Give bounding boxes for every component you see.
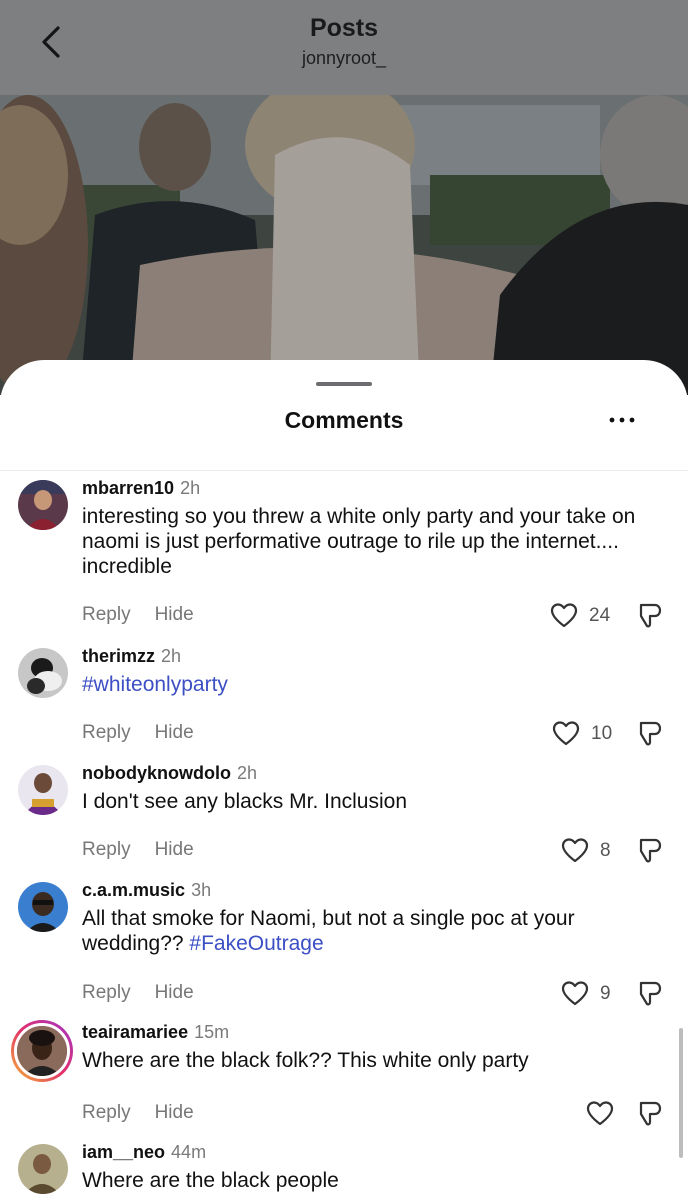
thumbs-down-icon[interactable] — [637, 979, 663, 1007]
avatar[interactable] — [18, 882, 68, 932]
like-count: 8 — [600, 840, 611, 861]
comment-meta: iam__neo 44m — [82, 1142, 206, 1163]
comment-text: Where are the black folk?? This white on… — [82, 1049, 529, 1072]
comment-username[interactable]: teairamariee — [82, 1022, 188, 1042]
thumbs-down-icon[interactable] — [637, 836, 663, 864]
comment-username[interactable]: c.a.m.music — [82, 880, 185, 900]
page-title: Posts — [309, 14, 379, 42]
comment-meta: c.a.m.music 3h — [82, 880, 211, 901]
like-count: 10 — [591, 723, 613, 744]
hashtag-link[interactable]: #whiteonlyparty — [82, 673, 228, 696]
comment-time: 15m — [194, 1022, 230, 1042]
avatar-image — [18, 648, 68, 698]
avatar — [14, 1023, 70, 1079]
post-header: Posts jonnyroot_ — [0, 0, 688, 95]
comment-text: All that smoke for Naomi, but not a sing… — [82, 906, 662, 956]
reply-button[interactable]: Reply — [82, 604, 131, 625]
comment-time: 2h — [161, 646, 182, 666]
avatar-image — [18, 882, 68, 932]
comment-meta: mbarren10 2h — [82, 478, 200, 499]
heart-outline-icon[interactable] — [550, 602, 578, 628]
like-count: 9 — [600, 983, 611, 1004]
avatar[interactable] — [18, 648, 68, 698]
comment-meta: nobodyknowdolo 2h — [82, 763, 257, 784]
thumbs-down-icon[interactable] — [637, 719, 663, 747]
comments-sheet: Comments mbarren10 2h interesting so you … — [0, 360, 688, 1200]
comment-actions: Reply Hide — [82, 1102, 218, 1124]
comment-text: Where are the black people — [82, 1169, 339, 1192]
heart-outline-icon[interactable] — [586, 1100, 614, 1126]
comment-time: 44m — [171, 1142, 207, 1162]
comment-actions: Reply Hide — [82, 982, 218, 1004]
hide-button[interactable]: Hide — [155, 839, 194, 860]
reply-button[interactable]: Reply — [82, 982, 131, 1003]
sheet-drag-handle[interactable] — [316, 382, 372, 386]
comment-time: 2h — [180, 478, 201, 498]
avatar[interactable] — [18, 1144, 68, 1194]
comments-title: Comments — [284, 407, 404, 433]
avatar-image — [18, 765, 68, 815]
avatar[interactable] — [18, 480, 68, 530]
more-options-icon[interactable] — [604, 410, 640, 430]
comment-username[interactable]: nobodyknowdolo — [82, 763, 231, 783]
heart-outline-icon[interactable] — [561, 980, 589, 1006]
page-subtitle-username[interactable]: jonnyroot_ — [0, 48, 688, 69]
avatar-image — [17, 1026, 67, 1076]
comment-meta: teairamariee 15m — [82, 1022, 229, 1043]
hide-button[interactable]: Hide — [155, 1102, 194, 1123]
avatar-image — [18, 480, 68, 530]
thumbs-down-icon[interactable] — [637, 601, 663, 629]
avatar-image — [18, 1144, 68, 1194]
avatar-story-ring[interactable] — [11, 1020, 73, 1082]
comment-text-body: All that smoke for Naomi, but not a sing… — [82, 907, 575, 955]
post-photo — [0, 95, 688, 395]
comment-time: 2h — [236, 763, 258, 783]
comment-text: #whiteonlyparty — [82, 672, 662, 697]
comment-text: I don't see any blacks Mr. Inclusion — [82, 790, 408, 813]
hide-button[interactable]: Hide — [155, 604, 194, 625]
comment-actions: Reply Hide — [82, 604, 218, 626]
comment-actions: Reply Hide — [82, 839, 218, 861]
thumbs-down-icon[interactable] — [637, 1099, 663, 1127]
comment-username[interactable]: mbarren10 — [82, 478, 174, 498]
heart-outline-icon[interactable] — [552, 720, 580, 746]
comment-meta: therimzz 2h — [82, 646, 181, 667]
avatar[interactable] — [18, 765, 68, 815]
reply-button[interactable]: Reply — [82, 722, 131, 743]
comment-username[interactable]: iam__neo — [82, 1142, 165, 1162]
reply-button[interactable]: Reply — [82, 1102, 131, 1123]
hashtag-link[interactable]: #FakeOutrage — [189, 932, 323, 955]
hide-button[interactable]: Hide — [155, 982, 194, 1003]
reply-button[interactable]: Reply — [82, 839, 131, 860]
hide-button[interactable]: Hide — [155, 722, 194, 743]
comment-actions: Reply Hide — [82, 722, 218, 744]
comment-username[interactable]: therimzz — [82, 646, 155, 666]
like-count: 24 — [589, 605, 611, 626]
sheet-divider — [0, 470, 688, 471]
comment-time: 3h — [191, 880, 212, 900]
comment-text: interesting so you threw a white only pa… — [82, 505, 636, 578]
scrollbar[interactable] — [679, 1028, 683, 1158]
heart-outline-icon[interactable] — [561, 837, 589, 863]
